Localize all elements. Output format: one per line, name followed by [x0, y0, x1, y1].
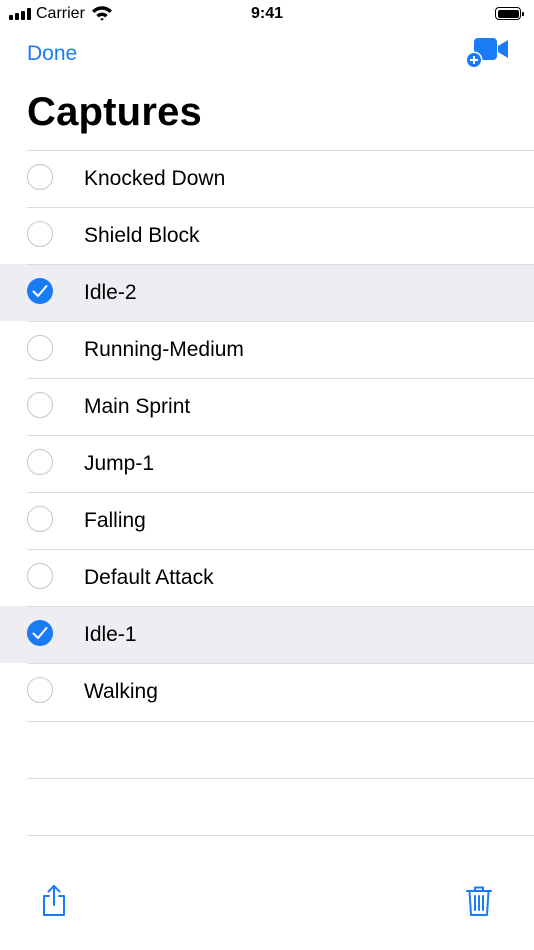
selection-circle-icon[interactable] — [27, 221, 53, 247]
list-item[interactable]: Shield Block — [0, 207, 534, 264]
list-separator — [27, 721, 534, 722]
list-item[interactable]: Main Sprint — [0, 378, 534, 435]
list-item[interactable]: Walking — [0, 663, 534, 720]
video-plus-icon — [465, 38, 508, 69]
capture-label: Walking — [84, 680, 158, 703]
capture-label: Main Sprint — [84, 395, 191, 418]
add-video-button[interactable] — [464, 36, 512, 70]
list-separator — [27, 778, 534, 779]
share-button[interactable] — [40, 884, 68, 918]
selection-circle-icon[interactable] — [27, 506, 53, 532]
capture-label: Running-Medium — [84, 338, 244, 361]
selection-circle-icon[interactable] — [27, 164, 53, 190]
capture-label: Knocked Down — [84, 167, 226, 190]
capture-label: Idle-2 — [84, 281, 137, 304]
list-item[interactable]: Falling — [0, 492, 534, 549]
list-item[interactable]: Idle-1 — [0, 606, 534, 663]
selection-circle-icon[interactable] — [27, 449, 53, 475]
selection-circle-icon[interactable] — [27, 563, 53, 589]
list-item[interactable]: Running-Medium — [0, 321, 534, 378]
capture-label: Shield Block — [84, 224, 200, 247]
checkmark-circle-icon[interactable] — [27, 278, 53, 304]
page-title: Captures — [27, 90, 202, 134]
list-item[interactable]: Default Attack — [0, 549, 534, 606]
done-button[interactable]: Done — [27, 42, 77, 66]
list-separator — [27, 835, 534, 836]
capture-label: Jump-1 — [84, 452, 155, 475]
share-icon — [43, 885, 65, 916]
list-item[interactable]: Knocked Down — [0, 150, 534, 207]
checkmark-circle-icon[interactable] — [27, 620, 53, 646]
list-item[interactable]: Idle-2 — [0, 264, 534, 321]
capture-label: Default Attack — [84, 566, 214, 589]
captures-list: Knocked Down Shield Block Idle-2 Running… — [0, 150, 534, 720]
status-time: 9:41 — [250, 5, 284, 22]
list-item[interactable]: Jump-1 — [0, 435, 534, 492]
selection-circle-icon[interactable] — [27, 335, 53, 361]
selection-circle-icon[interactable] — [27, 677, 53, 703]
trash-icon — [466, 886, 492, 916]
capture-label: Falling — [84, 509, 146, 532]
trash-button[interactable] — [465, 884, 493, 918]
battery-icon — [495, 7, 524, 20]
status-bar: Carrier 9:41 — [0, 0, 534, 28]
selection-circle-icon[interactable] — [27, 392, 53, 418]
capture-label: Idle-1 — [84, 623, 137, 646]
